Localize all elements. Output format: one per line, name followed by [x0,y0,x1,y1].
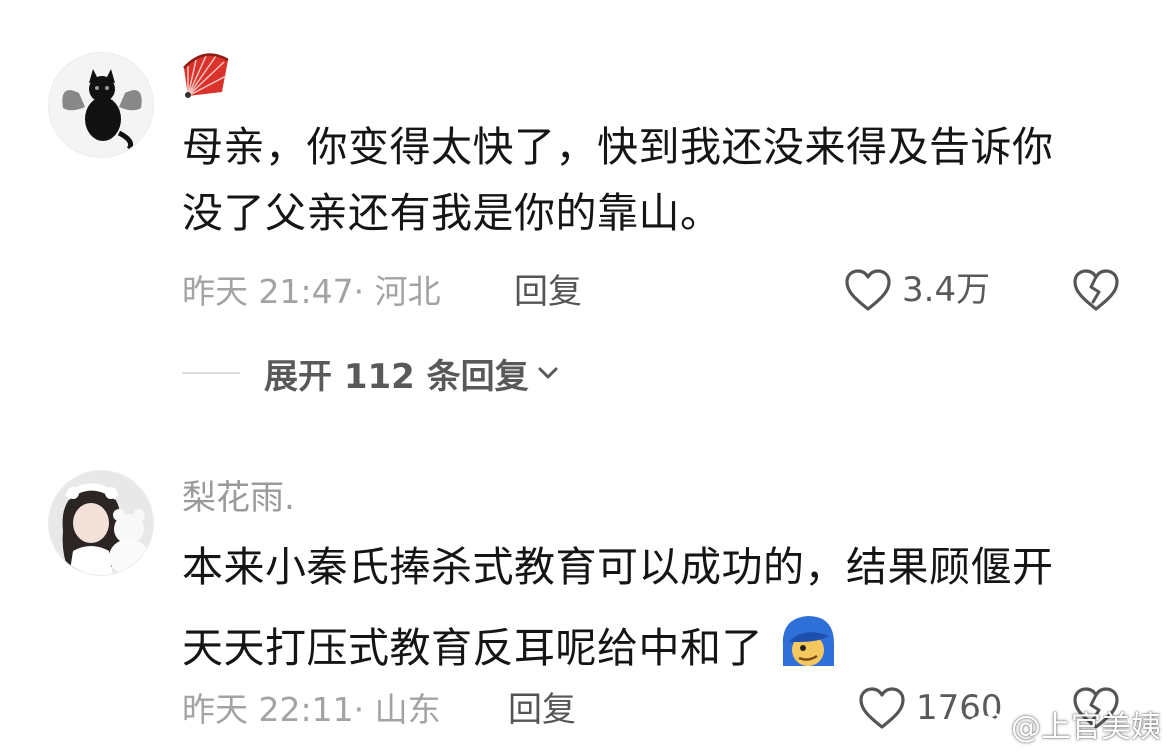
watermark: @上官美姨 [965,702,1161,746]
username[interactable]: 梨花雨. [182,478,295,518]
comment-time: 昨天 22:11 [182,690,354,729]
comment-item: 梨花雨. 本来小秦氏捧杀式教育可以成功的，结果顾偃开 天天打压式教育反耳呢给中和… [0,0,1169,756]
reply-button[interactable]: 回复 [508,690,576,730]
weibo-eye-icon [966,711,1003,739]
comment-text-line: 本来小秦氏捧杀式教育可以成功的，结果顾偃开 [182,543,1054,591]
blue-hair-face-emoji [782,616,834,666]
watermark-text: @上官美姨 [1011,710,1161,745]
comment-location: 山东 [374,690,441,729]
heart-icon [859,687,905,729]
comment-meta: 昨天 22:11· 山东 [182,690,441,730]
meta-separator: · [353,690,375,729]
comment-text-line: 天天打压式教育反耳呢给中和了 [182,612,837,673]
comment-text-segment: 天天打压式教育反耳呢给中和了 [182,624,763,672]
lolita-girl-avatar-image [49,471,153,575]
avatar[interactable] [48,470,154,576]
